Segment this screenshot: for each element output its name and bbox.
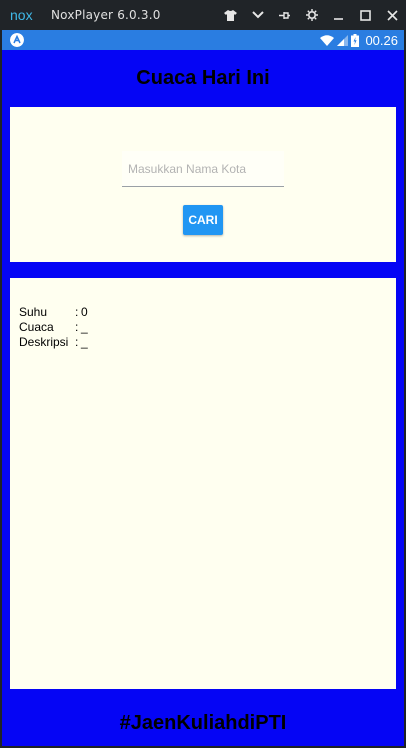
- svg-text:nox: nox: [10, 8, 33, 22]
- statusbar-indicators: 00.26: [320, 30, 398, 50]
- emulator-window: nox NoxPlayer 6.0.3.0 00.26 Cuaca Hari I…: [0, 0, 406, 748]
- result-value: 0: [81, 305, 88, 319]
- close-icon[interactable]: [379, 0, 406, 30]
- pin-icon[interactable]: [271, 0, 298, 30]
- nox-logo-icon: nox: [10, 8, 33, 22]
- result-row-deskripsi: Deskripsi : _: [19, 335, 88, 350]
- chevron-down-icon[interactable]: [244, 0, 271, 30]
- result-card: Suhu : 0 Cuaca : _ Deskripsi : _: [10, 278, 396, 689]
- weather-result-list: Suhu : 0 Cuaca : _ Deskripsi : _: [19, 305, 88, 350]
- result-label: Cuaca: [19, 320, 54, 334]
- gear-icon[interactable]: [298, 0, 325, 30]
- footer-hashtag: #JaenKuliahdiPTI: [119, 712, 287, 734]
- title-controls: [217, 0, 406, 30]
- wifi-icon: [320, 34, 335, 46]
- emulator-titlebar[interactable]: nox NoxPlayer 6.0.3.0: [0, 0, 406, 30]
- city-search-input[interactable]: [122, 151, 284, 187]
- maximize-icon[interactable]: [352, 0, 379, 30]
- result-label: Suhu: [19, 305, 48, 319]
- react-app-icon: [10, 33, 24, 47]
- page-title: Cuaca Hari Ini: [136, 67, 270, 89]
- result-value: _: [81, 335, 88, 349]
- app-screen: Cuaca Hari Ini CARI Suhu : 0 Cuaca : _ D…: [2, 50, 404, 746]
- search-card: CARI: [10, 107, 396, 262]
- statusbar-time: 00.26: [365, 32, 398, 48]
- window-title: NoxPlayer 6.0.3.0: [51, 8, 161, 22]
- theme-icon[interactable]: [217, 0, 244, 30]
- result-value: _: [81, 320, 88, 334]
- android-statusbar: 00.26: [2, 30, 404, 50]
- result-row-suhu: Suhu : 0: [19, 305, 88, 320]
- minimize-icon[interactable]: [325, 0, 352, 30]
- search-button[interactable]: CARI: [183, 205, 223, 235]
- result-label: Deskripsi: [19, 335, 69, 349]
- battery-icon: [351, 33, 360, 47]
- signal-icon: [337, 34, 349, 46]
- result-row-cuaca: Cuaca : _: [19, 320, 88, 335]
